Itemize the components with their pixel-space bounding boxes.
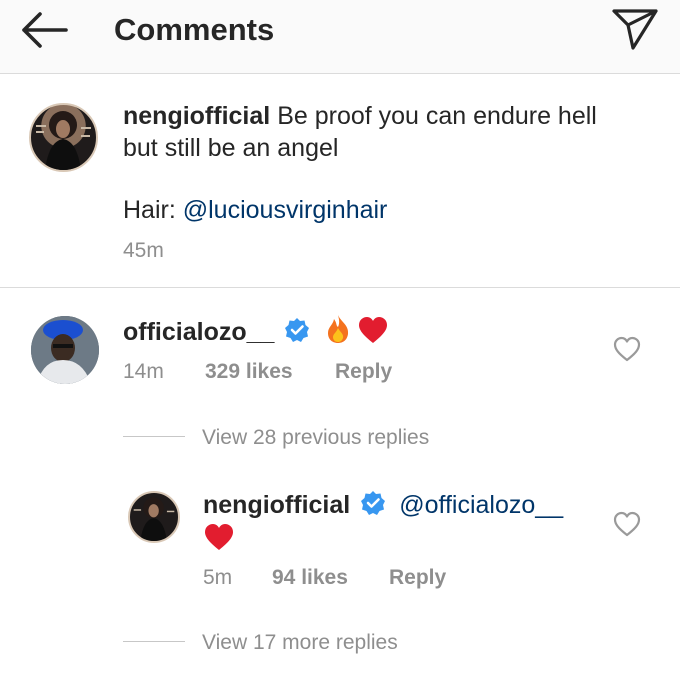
reply-reply-button[interactable]: Reply — [389, 566, 446, 590]
red-heart-emoji-icon — [358, 316, 388, 352]
reply-time: 5m — [203, 566, 233, 589]
caption-username[interactable]: nengiofficial — [123, 102, 270, 130]
heart-outline-icon — [613, 336, 641, 362]
top-bar: Comments — [0, 0, 680, 74]
profile-photo-icon — [31, 316, 99, 384]
comment-time: 14m — [123, 360, 164, 383]
arrow-left-icon — [22, 12, 68, 48]
comment-avatar[interactable] — [31, 316, 99, 384]
reply-like-button[interactable] — [613, 511, 641, 537]
caption-text-1: Be proof you can endure hell — [277, 102, 597, 130]
caption-avatar[interactable] — [29, 103, 98, 172]
paper-plane-icon — [612, 9, 658, 50]
comment-reply-button[interactable]: Reply — [335, 360, 392, 384]
caption-line-1: nengiofficial Be proof you can endure he… — [123, 100, 597, 132]
verified-badge-icon — [361, 491, 386, 515]
replies-divider-line — [123, 436, 185, 437]
comment-line: officialozo__ — [123, 314, 388, 352]
fire-emoji-icon — [325, 314, 351, 352]
more-replies-divider-line — [123, 641, 185, 642]
back-button[interactable] — [18, 10, 72, 50]
reply-avatar[interactable] — [128, 491, 180, 543]
caption-text-2: but still be an angel — [123, 134, 339, 162]
comment-likes[interactable]: 329 likes — [205, 360, 293, 384]
caption-hair-label: Hair: — [123, 196, 176, 224]
view-previous-replies[interactable]: View 28 previous replies — [202, 426, 429, 450]
page-title: Comments — [114, 12, 275, 47]
section-divider — [0, 287, 680, 288]
comment-like-button[interactable] — [613, 336, 641, 362]
reply-mention[interactable]: @officialozo__ — [399, 491, 563, 519]
reply-username[interactable]: nengiofficial — [203, 491, 350, 519]
caption-time: 45m — [123, 239, 164, 262]
verified-badge-icon — [285, 318, 310, 342]
caption-hair-line: Hair: @luciousvirginhair — [123, 194, 387, 226]
profile-photo-icon — [36, 111, 91, 170]
reply-likes[interactable]: 94 likes — [272, 566, 348, 590]
red-heart-emoji-icon — [203, 523, 235, 556]
comment-username[interactable]: officialozo__ — [123, 318, 274, 346]
profile-photo-icon — [133, 497, 175, 541]
view-more-replies[interactable]: View 17 more replies — [202, 631, 398, 655]
share-button[interactable] — [608, 6, 660, 52]
heart-outline-icon — [613, 511, 641, 537]
caption-hair-mention[interactable]: @luciousvirginhair — [183, 196, 388, 224]
reply-line: nengiofficial @officialozo__ — [203, 489, 563, 521]
